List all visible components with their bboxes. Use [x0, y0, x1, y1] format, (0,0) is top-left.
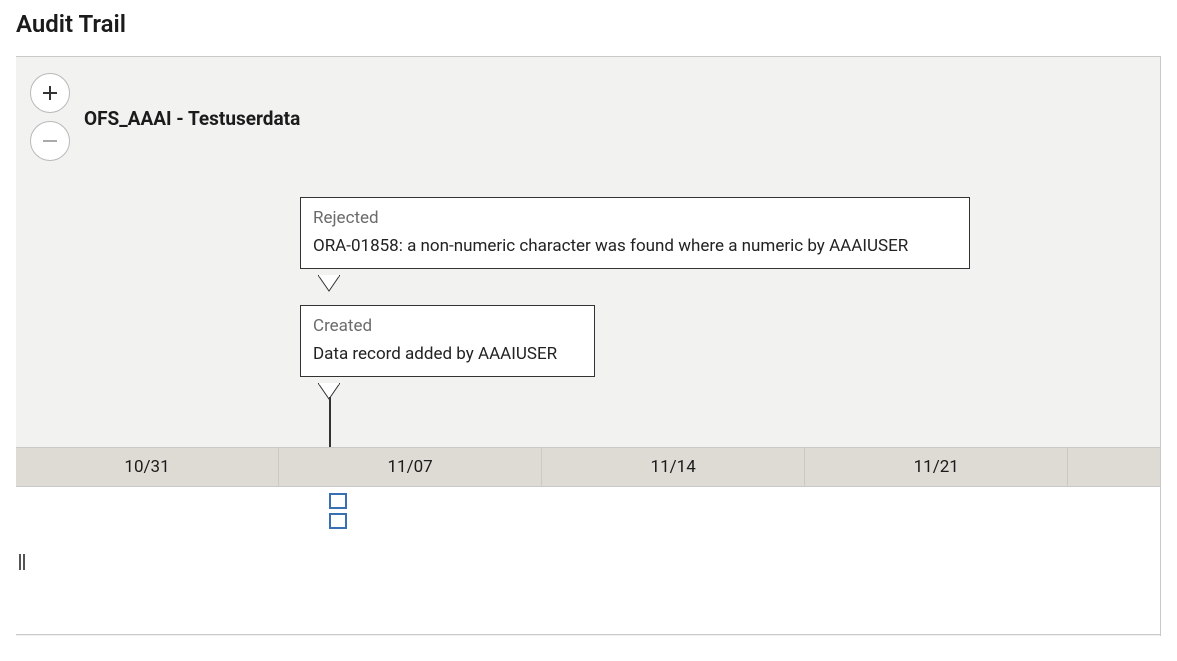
audit-panel: OFS_AAAI - Testuserdata Rejected ORA-018… [16, 56, 1161, 636]
zoom-out-button[interactable] [30, 121, 70, 161]
page-title: Audit Trail [16, 10, 1161, 38]
event-callouts: Rejected ORA-01858: a non-numeric charac… [16, 197, 1160, 447]
event-drop-line [329, 397, 331, 447]
axis-tick-empty [1068, 448, 1160, 486]
record-title: OFS_AAAI - Testuserdata [84, 105, 300, 130]
axis-tick: 10/31 [16, 448, 279, 486]
event-message: Data record added by AAAIUSER [313, 344, 582, 364]
plus-icon [42, 85, 58, 101]
overview-event-marker[interactable] [329, 513, 347, 529]
event-status: Rejected [313, 208, 957, 228]
axis-tick: 11/14 [542, 448, 805, 486]
overview-event-marker[interactable] [329, 493, 347, 509]
axis-tick: 11/21 [805, 448, 1068, 486]
event-message: ORA-01858: a non-numeric character was f… [313, 236, 957, 256]
timeline: 10/31 11/07 11/14 11/21 [16, 447, 1160, 635]
zoom-in-button[interactable] [30, 73, 70, 113]
panel-header: OFS_AAAI - Testuserdata [16, 57, 1160, 169]
event-callout-rejected[interactable]: Rejected ORA-01858: a non-numeric charac… [300, 197, 970, 269]
callout-pointer-icon [318, 275, 340, 297]
event-status: Created [313, 316, 582, 336]
minus-icon [42, 133, 58, 149]
range-slider-handle[interactable] [18, 552, 26, 572]
axis-tick: 11/07 [279, 448, 542, 486]
timeline-axis[interactable]: 10/31 11/07 11/14 11/21 [16, 447, 1160, 487]
event-callout-created[interactable]: Created Data record added by AAAIUSER [300, 305, 595, 377]
overview-track[interactable] [16, 487, 1160, 635]
